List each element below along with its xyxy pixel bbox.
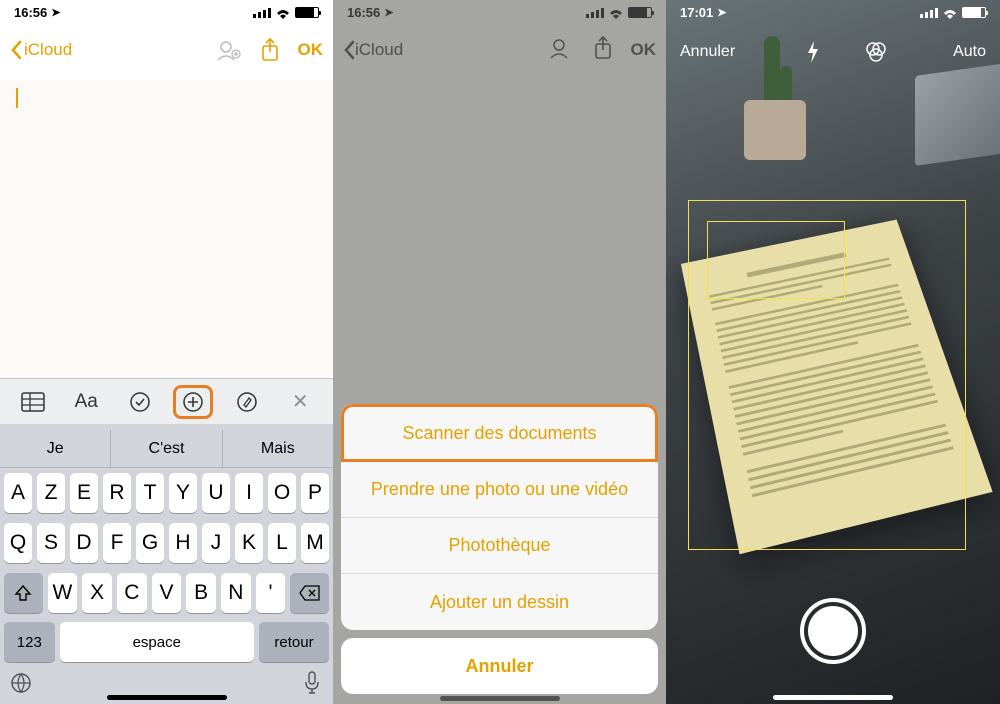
sheet-take-photo[interactable]: Prendre une photo ou une vidéo [341, 462, 658, 518]
location-icon: ➤ [717, 6, 726, 19]
key[interactable]: G [136, 523, 164, 563]
handwriting-icon[interactable] [227, 385, 267, 419]
suggestion[interactable]: Je [0, 430, 111, 467]
screen-notes-editor: 16:56 ➤ iCloud OK Aa [0, 0, 333, 704]
back-button[interactable]: iCloud [10, 40, 72, 60]
key[interactable]: Q [4, 523, 32, 563]
detected-document [681, 220, 993, 555]
home-indicator[interactable] [440, 696, 560, 701]
space-key[interactable]: espace [60, 622, 254, 662]
key[interactable]: T [136, 473, 164, 513]
key[interactable]: P [301, 473, 329, 513]
key[interactable]: E [70, 473, 98, 513]
key[interactable]: C [117, 573, 147, 613]
key[interactable]: M [301, 523, 329, 563]
sheet-add-drawing[interactable]: Ajouter un dessin [341, 574, 658, 630]
key[interactable]: ' [256, 573, 286, 613]
cancel-button[interactable]: Annuler [680, 43, 735, 61]
sheet-cancel[interactable]: Annuler [341, 638, 658, 694]
wifi-icon [942, 8, 958, 18]
mic-icon[interactable] [295, 668, 329, 698]
return-key[interactable]: retour [259, 622, 329, 662]
back-label: iCloud [24, 40, 72, 60]
key[interactable]: I [235, 473, 263, 513]
suggestion[interactable]: C'est [111, 430, 222, 467]
battery-icon [295, 7, 319, 18]
add-attachment-icon[interactable] [173, 385, 213, 419]
key-row: A Z E R T Y U I O P [0, 468, 333, 518]
shutter-button[interactable] [800, 598, 866, 664]
auto-mode-button[interactable]: Auto [953, 43, 986, 61]
key[interactable]: U [202, 473, 230, 513]
status-bar: 16:56 ➤ [0, 0, 333, 22]
key[interactable]: D [70, 523, 98, 563]
done-button[interactable]: OK [298, 40, 324, 60]
key-row: 123 espace retour [0, 618, 333, 662]
key[interactable]: H [169, 523, 197, 563]
nav-bar: iCloud OK [0, 28, 333, 72]
laptop-prop [915, 64, 1000, 166]
format-toolbar: Aa ✕ [0, 378, 333, 424]
battery-icon [962, 7, 986, 18]
key[interactable]: N [221, 573, 251, 613]
location-icon: ➤ [51, 6, 60, 19]
key[interactable]: A [4, 473, 32, 513]
note-body[interactable] [0, 80, 333, 378]
status-bar: 17:01 ➤ [666, 0, 1000, 22]
sheet-scan-documents[interactable]: Scanner des documents [341, 404, 658, 462]
text-style-icon[interactable]: Aa [66, 385, 106, 419]
key[interactable]: K [235, 523, 263, 563]
add-people-icon[interactable] [216, 39, 242, 61]
key[interactable]: Z [37, 473, 65, 513]
key[interactable]: V [152, 573, 182, 613]
key[interactable]: J [202, 523, 230, 563]
suggestion-bar: Je C'est Mais [0, 430, 333, 468]
key[interactable]: W [48, 573, 78, 613]
sheet-photo-library[interactable]: Photothèque [341, 518, 658, 574]
key[interactable]: X [82, 573, 112, 613]
key[interactable]: F [103, 523, 131, 563]
screen-document-scanner: 17:01 ➤ Annuler Auto [666, 0, 1000, 704]
key-row: Q S D F G H J K L M [0, 518, 333, 568]
flash-icon[interactable] [802, 41, 824, 63]
signal-icon [253, 8, 271, 18]
key[interactable]: R [103, 473, 131, 513]
key[interactable]: S [37, 523, 65, 563]
table-icon[interactable] [13, 385, 53, 419]
keyboard: Je C'est Mais A Z E R T Y U I O P Q S D … [0, 424, 333, 704]
signal-icon [920, 8, 938, 18]
home-indicator[interactable] [107, 695, 227, 700]
color-filter-icon[interactable] [864, 41, 886, 63]
shift-key[interactable] [4, 573, 43, 613]
suggestion[interactable]: Mais [223, 430, 333, 467]
key[interactable]: Y [169, 473, 197, 513]
globe-icon[interactable] [4, 668, 38, 698]
share-icon[interactable] [260, 38, 280, 62]
text-cursor [16, 88, 18, 108]
close-toolbar-icon[interactable]: ✕ [280, 385, 320, 419]
key[interactable]: L [268, 523, 296, 563]
backspace-key[interactable] [290, 573, 329, 613]
home-indicator[interactable] [773, 695, 893, 700]
checklist-icon[interactable] [120, 385, 160, 419]
scanner-toolbar: Annuler Auto [666, 32, 1000, 72]
key[interactable]: O [268, 473, 296, 513]
status-time: 16:56 [14, 5, 47, 20]
numeric-key[interactable]: 123 [4, 622, 55, 662]
key-row: W X C V B N ' [0, 568, 333, 618]
action-sheet: Scanner des documents Prendre une photo … [341, 404, 658, 694]
key[interactable]: B [186, 573, 216, 613]
screen-action-sheet: iCloud OK 16:56 ➤ Scanner des documents … [333, 0, 666, 704]
status-time: 17:01 [680, 5, 713, 20]
wifi-icon [275, 8, 291, 18]
